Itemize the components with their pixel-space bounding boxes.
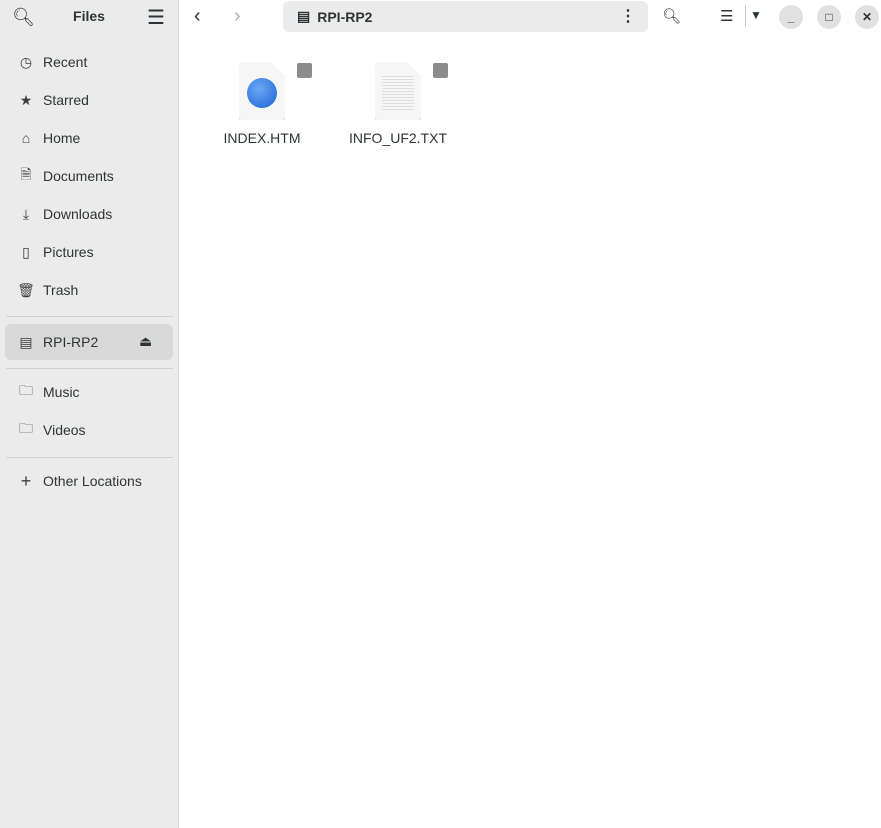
sidebar-item-trash[interactable]: 🗑︎ Trash [5,273,173,307]
drive-icon: ▤ [297,8,311,24]
plus-icon: + [20,470,32,491]
label: Other Locations [43,473,142,489]
list-view-icon[interactable]: ☰ [720,7,733,25]
file-item[interactable]: INFO_UF2.TXT [348,62,448,146]
sidebar-item-documents[interactable]: 🗎︎ Documents [5,159,173,193]
sidebar-item-other-locations[interactable]: + Other Locations [5,464,173,498]
sidebar-item-rpi-rp2[interactable]: ▤ RPI-RP2 ⏏ [5,324,173,360]
label: Home [43,130,81,146]
search-folder-icon[interactable]: 🔍︎ [662,7,681,25]
document-icon: 🗎︎ [20,166,32,182]
home-icon: ⌂ [21,130,31,146]
drive-icon: ▤ [19,333,33,350]
globe-icon [247,78,277,108]
file-name: INDEX.HTM [223,130,301,146]
sidebar-item-pictures[interactable]: ▯ Pictures [5,235,173,269]
html-file-icon [239,62,285,120]
sidebar-item-downloads[interactable]: ⤓ Downloads [5,197,173,231]
download-icon: ⤓ [22,205,30,222]
lock-icon [297,63,312,78]
file-name: INFO_UF2.TXT [348,130,447,146]
menu-icon[interactable]: ☰ [147,5,165,30]
label: Recent [43,54,88,70]
sidebar-item-videos[interactable]: 🗀︎ Videos [5,413,173,447]
sidebar-item-home[interactable]: ⌂ Home [5,121,173,155]
folder-icon: 🗀︎ [19,420,33,436]
divider [6,316,173,317]
star-icon: ★ [19,91,33,108]
view-options-dropdown[interactable]: ▼ [750,8,762,22]
close-button[interactable]: ✕ [855,5,879,29]
eject-icon[interactable]: ⏏ [139,333,152,350]
label: Downloads [43,206,113,222]
label: Music [43,384,80,400]
label: Videos [43,422,86,438]
divider [6,368,173,369]
sidebar-header: 🔍︎ Files ☰ [0,0,178,34]
path-bar[interactable]: ▤ RPI-RP2 ⋮ [283,1,648,32]
picture-icon: ▯ [22,243,30,260]
text-file-icon [375,62,421,120]
trash-icon: 🗑︎ [17,281,35,298]
divider [745,5,746,27]
sidebar-item-music[interactable]: 🗀︎ Music [5,375,173,409]
sidebar: 🔍︎ Files ☰ ◷ Recent ★ Starred ⌂ Home 🗎︎ Docu… [0,0,179,828]
minimize-button[interactable]: _ [779,5,803,29]
back-button[interactable]: ‹ [194,5,201,28]
sidebar-item-starred[interactable]: ★ Starred [5,83,173,117]
label: Documents [43,168,114,184]
label: Starred [43,92,89,108]
sidebar-item-recent[interactable]: ◷ Recent [5,45,173,79]
folder-icon: 🗀︎ [19,382,33,398]
label: Pictures [43,244,94,260]
more-options-icon[interactable]: ⋮ [620,6,636,26]
lock-icon [433,63,448,78]
divider [6,457,173,458]
file-view: ‹ › ▤ RPI-RP2 ⋮ 🔍︎ ☰ ▼ _ □ ✕ INDEX.HTM I… [180,0,881,828]
forward-button[interactable]: › [234,5,241,28]
label: Trash [43,282,79,298]
path-label: RPI-RP2 [317,8,373,25]
label: RPI-RP2 [43,334,99,350]
file-item[interactable]: INDEX.HTM [212,62,312,146]
maximize-button[interactable]: □ [817,5,841,29]
clock-icon: ◷ [19,53,33,70]
